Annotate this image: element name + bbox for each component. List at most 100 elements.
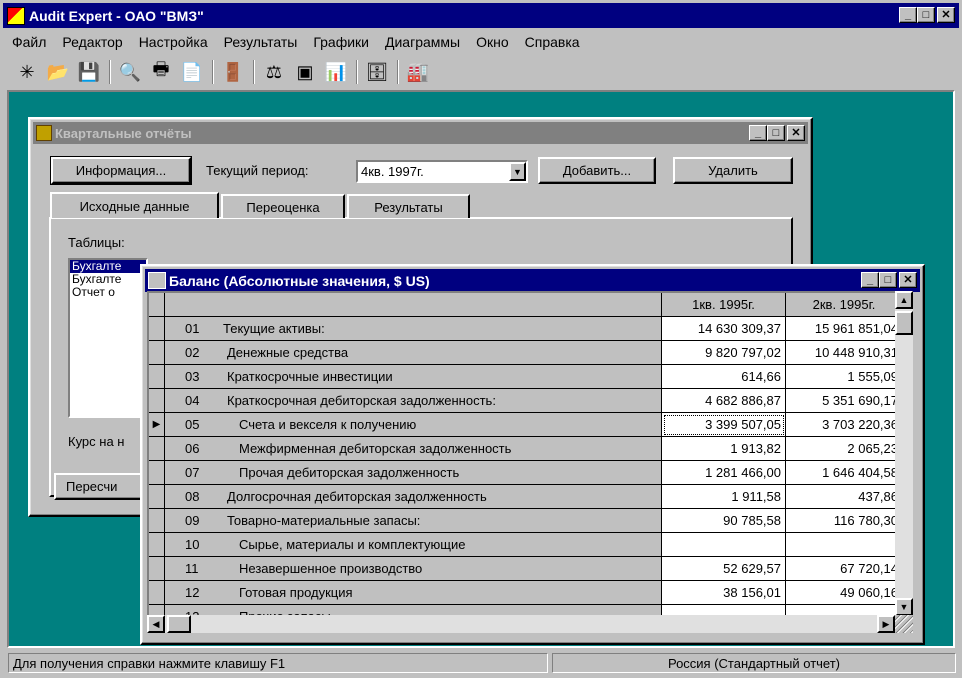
add-button[interactable]: Добавить...: [538, 157, 656, 184]
value-cell-q2-1995[interactable]: [786, 533, 895, 557]
value-cell-q1-1995[interactable]: 1 911,58: [662, 485, 786, 509]
recalc-button[interactable]: Пересчи: [54, 473, 154, 500]
table-row[interactable]: 03 Краткосрочные инвестиции 614,66 1 555,09: [149, 365, 895, 389]
scroll-up-icon[interactable]: ▲: [895, 291, 913, 309]
value-cell-q1-1995[interactable]: 614,66: [662, 365, 786, 389]
row-name-cell[interactable]: 07 Прочая дебиторская задолженность: [165, 461, 662, 485]
table-icon[interactable]: ▣: [292, 60, 318, 84]
row-name-cell[interactable]: 13Прочие запасы: [165, 605, 662, 615]
row-indicator[interactable]: [149, 341, 165, 365]
menu-edit[interactable]: Редактор: [54, 34, 130, 50]
maximize-button[interactable]: □: [917, 7, 935, 23]
tab-results[interactable]: Результаты: [347, 194, 470, 218]
scroll-down-icon[interactable]: ▼: [895, 598, 913, 616]
report-icon[interactable]: 📄: [179, 60, 205, 84]
scales-icon[interactable]: ⚖: [261, 60, 287, 84]
tables-list[interactable]: Бухгалте Бухгалте Отчет о: [68, 258, 148, 418]
table-row[interactable]: ▶ 05 Счета и векселя к получению 3 399 507,…: [149, 413, 895, 437]
row-indicator[interactable]: [149, 509, 165, 533]
scroll-thumb[interactable]: [167, 615, 191, 633]
value-cell-q1-1995[interactable]: [662, 605, 786, 615]
value-cell-q2-1995[interactable]: 116 780,30: [786, 509, 895, 533]
resize-grip-icon[interactable]: [895, 615, 913, 633]
menu-graphs[interactable]: Графики: [305, 34, 377, 50]
minimize-button[interactable]: _: [899, 7, 917, 23]
table-row[interactable]: 01 Текущие активы: 14 630 309,37 15 961 851…: [149, 317, 895, 341]
value-cell-q1-1995[interactable]: 4 682 886,87: [662, 389, 786, 413]
row-indicator[interactable]: [149, 365, 165, 389]
value-cell-q1-1995[interactable]: 1 281 466,00: [662, 461, 786, 485]
row-name-cell[interactable]: 02 Денежные средства: [165, 341, 662, 365]
tab-source-data[interactable]: Исходные данные: [50, 192, 219, 218]
save-icon[interactable]: 💾: [76, 60, 102, 84]
row-name-cell[interactable]: 01 Текущие активы:: [165, 317, 662, 341]
row-indicator[interactable]: [149, 461, 165, 485]
row-name-cell[interactable]: 12 Готовая продукция: [165, 581, 662, 605]
value-cell-q2-1995[interactable]: [786, 605, 895, 615]
tab-revaluation[interactable]: Переоценка: [221, 194, 345, 218]
table-row[interactable]: 13Прочие запасы: [149, 605, 895, 615]
value-cell-q1-1995[interactable]: 1 913,82: [662, 437, 786, 461]
close-button[interactable]: ✕: [937, 7, 955, 23]
table-row[interactable]: 02 Денежные средства 9 820 797,02 10 448 91…: [149, 341, 895, 365]
row-name-cell[interactable]: 09 Товарно-материальные запасы:: [165, 509, 662, 533]
value-cell-q2-1995[interactable]: 67 720,14: [786, 557, 895, 581]
app-icon[interactable]: [7, 6, 25, 25]
exit-icon[interactable]: 🚪: [220, 60, 246, 84]
row-name-cell[interactable]: 08 Долгосрочная дебиторская задолженность: [165, 485, 662, 509]
row-name-cell[interactable]: 05 Счета и векселя к получению: [165, 413, 662, 437]
row-indicator[interactable]: ▶: [149, 413, 165, 437]
value-cell-q1-1995[interactable]: 52 629,57: [662, 557, 786, 581]
value-cell-q2-1995[interactable]: 10 448 910,31: [786, 341, 895, 365]
open-icon[interactable]: 📂: [45, 60, 71, 84]
column-header[interactable]: 1кв. 1995г.: [662, 293, 786, 317]
scroll-right-icon[interactable]: ▶: [877, 615, 895, 633]
new-icon[interactable]: ✳: [14, 60, 40, 84]
preview-icon[interactable]: 🔍: [117, 60, 143, 84]
row-indicator[interactable]: [149, 557, 165, 581]
value-cell-q1-1995[interactable]: 14 630 309,37: [662, 317, 786, 341]
value-cell-q2-1995[interactable]: 3 703 220,36: [786, 413, 895, 437]
menu-help[interactable]: Справка: [517, 34, 588, 50]
maximize-button[interactable]: □: [767, 125, 785, 141]
export-icon[interactable]: 🏭: [405, 60, 431, 84]
table-row[interactable]: 08 Долгосрочная дебиторская задолженность…: [149, 485, 895, 509]
print-icon[interactable]: 🖶: [148, 59, 174, 84]
row-name-cell[interactable]: 06 Межфирменная дебиторская задолженность: [165, 437, 662, 461]
value-cell-q2-1995[interactable]: 1 646 404,58: [786, 461, 895, 485]
row-name-cell[interactable]: 11 Незавершенное производство: [165, 557, 662, 581]
table-row[interactable]: 10 Сырье, материалы и комплектующие: [149, 533, 895, 557]
minimize-button[interactable]: _: [861, 272, 879, 288]
menu-results[interactable]: Результаты: [216, 34, 306, 50]
row-indicator[interactable]: [149, 389, 165, 413]
table-row[interactable]: 07 Прочая дебиторская задолженность 1 281 …: [149, 461, 895, 485]
list-item[interactable]: Отчет о: [70, 286, 146, 299]
table-row[interactable]: 11 Незавершенное производство 52 629,57 67 …: [149, 557, 895, 581]
table-row[interactable]: 12 Готовая продукция 38 156,01 49 060,16: [149, 581, 895, 605]
scroll-thumb[interactable]: [895, 311, 913, 335]
info-button[interactable]: Информация...: [50, 156, 192, 185]
database-icon[interactable]: 🗄: [364, 60, 390, 84]
value-cell-q2-1995[interactable]: 5 351 690,17: [786, 389, 895, 413]
close-button[interactable]: ✕: [787, 125, 805, 141]
maximize-button[interactable]: □: [879, 272, 897, 288]
value-cell-q1-1995[interactable]: 3 399 507,05: [662, 413, 786, 437]
menu-file[interactable]: Файл: [4, 34, 54, 50]
value-cell-q2-1995[interactable]: 49 060,16: [786, 581, 895, 605]
row-indicator[interactable]: [149, 581, 165, 605]
menu-settings[interactable]: Настройка: [131, 34, 216, 50]
scroll-left-icon[interactable]: ◀: [147, 615, 165, 633]
value-cell-q2-1995[interactable]: 2 065,23: [786, 437, 895, 461]
row-indicator[interactable]: [149, 317, 165, 341]
minimize-button[interactable]: _: [749, 125, 767, 141]
vertical-scrollbar[interactable]: ▲ ▼: [895, 291, 913, 616]
calc-icon[interactable]: 📊: [323, 60, 349, 84]
value-cell-q2-1995[interactable]: 437,86: [786, 485, 895, 509]
value-cell-q2-1995[interactable]: 1 555,09: [786, 365, 895, 389]
balance-grid[interactable]: 1кв. 1995г. 2кв. 1995г. 01 Текущие активы…: [147, 291, 895, 615]
value-cell-q1-1995[interactable]: 9 820 797,02: [662, 341, 786, 365]
row-indicator[interactable]: [149, 437, 165, 461]
row-name-cell[interactable]: 10 Сырье, материалы и комплектующие: [165, 533, 662, 557]
table-row[interactable]: 06 Межфирменная дебиторская задолженность…: [149, 437, 895, 461]
row-indicator[interactable]: [149, 485, 165, 509]
